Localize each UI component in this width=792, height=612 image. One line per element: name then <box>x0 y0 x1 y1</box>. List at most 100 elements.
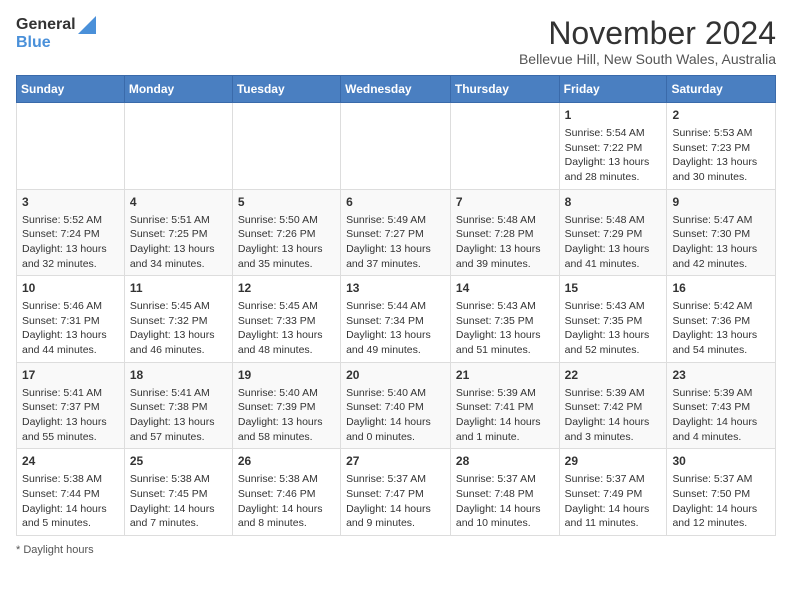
day-info: Sunrise: 5:49 AM Sunset: 7:27 PM Dayligh… <box>346 213 445 272</box>
day-number: 4 <box>130 194 227 211</box>
day-number: 21 <box>456 367 554 384</box>
calendar-cell: 9Sunrise: 5:47 AM Sunset: 7:30 PM Daylig… <box>667 189 776 276</box>
day-number: 18 <box>130 367 227 384</box>
day-info: Sunrise: 5:41 AM Sunset: 7:37 PM Dayligh… <box>22 386 119 445</box>
day-of-week-header: Monday <box>124 76 232 103</box>
day-number: 22 <box>565 367 662 384</box>
day-number: 30 <box>672 453 770 470</box>
day-number: 25 <box>130 453 227 470</box>
day-info: Sunrise: 5:44 AM Sunset: 7:34 PM Dayligh… <box>346 299 445 358</box>
footer-note: * Daylight hours <box>16 544 776 556</box>
calendar-cell <box>232 103 340 190</box>
day-number: 2 <box>672 107 770 124</box>
day-number: 3 <box>22 194 119 211</box>
day-number: 24 <box>22 453 119 470</box>
day-of-week-header: Thursday <box>450 76 559 103</box>
calendar-body: 1 Sunrise: 5:54 AM Sunset: 7:22 PM Daylig… <box>17 103 776 536</box>
calendar-cell: 16 Sunrise: 5:42 AM Sunset: 7:36 PM Dayli… <box>667 276 776 363</box>
calendar-week-row: 3 Sunrise: 5:52 AM Sunset: 7:24 PM Daylig… <box>17 189 776 276</box>
header: GeneralBlue November 2024 Bellevue Hill,… <box>16 16 776 67</box>
day-number: 16 <box>672 280 770 297</box>
day-info: Sunrise: 5:48 AM Sunset: 7:28 PM Dayligh… <box>456 213 554 272</box>
day-info: Sunrise: 5:38 AM Sunset: 7:45 PM Dayligh… <box>130 472 227 531</box>
day-number: 8 <box>565 194 662 211</box>
day-number: 14 <box>456 280 554 297</box>
calendar-cell: 8 Sunrise: 5:48 AM Sunset: 7:29 PM Daylig… <box>559 189 667 276</box>
day-info: Sunrise: 5:37 AM Sunset: 7:49 PM Dayligh… <box>565 472 662 531</box>
calendar-table: SundayMondayTuesdayWednesdayThursdayFrid… <box>16 75 776 536</box>
day-info: Sunrise: 5:41 AM Sunset: 7:38 PM Dayligh… <box>130 386 227 445</box>
day-of-week-header: Tuesday <box>232 76 340 103</box>
day-info: Sunrise: 5:43 AM Sunset: 7:35 PM Dayligh… <box>456 299 554 358</box>
calendar-cell: 15 Sunrise: 5:43 AM Sunset: 7:35 PM Dayli… <box>559 276 667 363</box>
calendar-cell: 14 Sunrise: 5:43 AM Sunset: 7:35 PM Dayli… <box>450 276 559 363</box>
day-of-week-header: Wednesday <box>341 76 451 103</box>
subtitle: Bellevue Hill, New South Wales, Australi… <box>519 51 776 67</box>
day-info: Sunrise: 5:39 AM Sunset: 7:41 PM Dayligh… <box>456 386 554 445</box>
day-number: 6 <box>346 194 445 211</box>
day-number: 1 <box>565 107 662 124</box>
calendar-cell: 13Sunrise: 5:44 AM Sunset: 7:34 PM Dayli… <box>341 276 451 363</box>
calendar-cell: 25 Sunrise: 5:38 AM Sunset: 7:45 PM Dayli… <box>124 449 232 536</box>
calendar-cell: 28Sunrise: 5:37 AM Sunset: 7:48 PM Dayli… <box>450 449 559 536</box>
calendar-cell: 11 Sunrise: 5:45 AM Sunset: 7:32 PM Dayli… <box>124 276 232 363</box>
day-number: 17 <box>22 367 119 384</box>
calendar-week-row: 17 Sunrise: 5:41 AM Sunset: 7:37 PM Dayli… <box>17 362 776 449</box>
day-number: 5 <box>238 194 335 211</box>
calendar-cell: 20Sunrise: 5:40 AM Sunset: 7:40 PM Dayli… <box>341 362 451 449</box>
day-number: 9 <box>672 194 770 211</box>
day-info: Sunrise: 5:43 AM Sunset: 7:35 PM Dayligh… <box>565 299 662 358</box>
day-info: Sunrise: 5:45 AM Sunset: 7:32 PM Dayligh… <box>130 299 227 358</box>
day-number: 12 <box>238 280 335 297</box>
calendar-cell: 23 Sunrise: 5:39 AM Sunset: 7:43 PM Dayli… <box>667 362 776 449</box>
day-of-week-header: Sunday <box>17 76 125 103</box>
calendar-cell: 18 Sunrise: 5:41 AM Sunset: 7:38 PM Dayli… <box>124 362 232 449</box>
calendar-week-row: 1 Sunrise: 5:54 AM Sunset: 7:22 PM Daylig… <box>17 103 776 190</box>
day-number: 15 <box>565 280 662 297</box>
title-block: November 2024 Bellevue Hill, New South W… <box>519 16 776 67</box>
day-number: 28 <box>456 453 554 470</box>
calendar-cell: 1 Sunrise: 5:54 AM Sunset: 7:22 PM Daylig… <box>559 103 667 190</box>
day-info: Sunrise: 5:39 AM Sunset: 7:42 PM Dayligh… <box>565 386 662 445</box>
calendar-cell: 21 Sunrise: 5:39 AM Sunset: 7:41 PM Dayli… <box>450 362 559 449</box>
day-number: 29 <box>565 453 662 470</box>
calendar-cell: 29 Sunrise: 5:37 AM Sunset: 7:49 PM Dayli… <box>559 449 667 536</box>
day-info: Sunrise: 5:51 AM Sunset: 7:25 PM Dayligh… <box>130 213 227 272</box>
calendar-cell: 30 Sunrise: 5:37 AM Sunset: 7:50 PM Dayli… <box>667 449 776 536</box>
calendar-cell: 27 Sunrise: 5:37 AM Sunset: 7:47 PM Dayli… <box>341 449 451 536</box>
calendar-cell: 3 Sunrise: 5:52 AM Sunset: 7:24 PM Daylig… <box>17 189 125 276</box>
day-info: Sunrise: 5:37 AM Sunset: 7:47 PM Dayligh… <box>346 472 445 531</box>
calendar-cell: 22 Sunrise: 5:39 AM Sunset: 7:42 PM Dayli… <box>559 362 667 449</box>
footer-note-text: Daylight hours <box>23 544 93 556</box>
day-info: Sunrise: 5:40 AM Sunset: 7:39 PM Dayligh… <box>238 386 335 445</box>
day-info: Sunrise: 5:40 AM Sunset: 7:40 PM Dayligh… <box>346 386 445 445</box>
logo-general: General <box>16 16 96 34</box>
day-number: 7 <box>456 194 554 211</box>
calendar-cell: 5Sunrise: 5:50 AM Sunset: 7:26 PM Daylig… <box>232 189 340 276</box>
calendar-cell: 7 Sunrise: 5:48 AM Sunset: 7:28 PM Daylig… <box>450 189 559 276</box>
day-number: 23 <box>672 367 770 384</box>
days-of-week-row: SundayMondayTuesdayWednesdayThursdayFrid… <box>17 76 776 103</box>
day-info: Sunrise: 5:48 AM Sunset: 7:29 PM Dayligh… <box>565 213 662 272</box>
calendar-cell: 2 Sunrise: 5:53 AM Sunset: 7:23 PM Daylig… <box>667 103 776 190</box>
day-info: Sunrise: 5:38 AM Sunset: 7:44 PM Dayligh… <box>22 472 119 531</box>
calendar-week-row: 10Sunrise: 5:46 AM Sunset: 7:31 PM Dayli… <box>17 276 776 363</box>
calendar-cell: 12 Sunrise: 5:45 AM Sunset: 7:33 PM Dayli… <box>232 276 340 363</box>
day-info: Sunrise: 5:54 AM Sunset: 7:22 PM Dayligh… <box>565 126 662 185</box>
day-of-week-header: Friday <box>559 76 667 103</box>
day-number: 19 <box>238 367 335 384</box>
calendar-cell: 17 Sunrise: 5:41 AM Sunset: 7:37 PM Dayli… <box>17 362 125 449</box>
day-info: Sunrise: 5:39 AM Sunset: 7:43 PM Dayligh… <box>672 386 770 445</box>
calendar-cell: 4 Sunrise: 5:51 AM Sunset: 7:25 PM Daylig… <box>124 189 232 276</box>
day-info: Sunrise: 5:37 AM Sunset: 7:50 PM Dayligh… <box>672 472 770 531</box>
day-info: Sunrise: 5:52 AM Sunset: 7:24 PM Dayligh… <box>22 213 119 272</box>
calendar-cell: 6 Sunrise: 5:49 AM Sunset: 7:27 PM Daylig… <box>341 189 451 276</box>
calendar-cell <box>341 103 451 190</box>
day-number: 11 <box>130 280 227 297</box>
calendar-cell: 10Sunrise: 5:46 AM Sunset: 7:31 PM Dayli… <box>17 276 125 363</box>
day-info: Sunrise: 5:45 AM Sunset: 7:33 PM Dayligh… <box>238 299 335 358</box>
day-number: 27 <box>346 453 445 470</box>
calendar-cell <box>17 103 125 190</box>
day-info: Sunrise: 5:42 AM Sunset: 7:36 PM Dayligh… <box>672 299 770 358</box>
day-info: Sunrise: 5:53 AM Sunset: 7:23 PM Dayligh… <box>672 126 770 185</box>
